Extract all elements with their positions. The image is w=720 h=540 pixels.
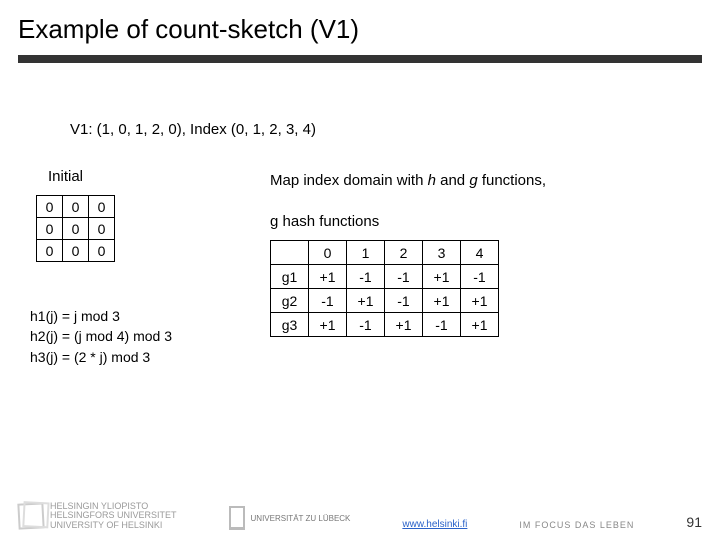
g-cell: +1 — [423, 289, 461, 313]
init-cell: 0 — [37, 240, 63, 262]
init-cell: 0 — [63, 196, 89, 218]
init-cell: 0 — [89, 196, 115, 218]
g-cell: +1 — [461, 289, 499, 313]
init-cell: 0 — [89, 240, 115, 262]
init-cell: 0 — [89, 218, 115, 240]
init-cell: 0 — [63, 240, 89, 262]
hash-definitions: h1(j) = j mod 3 h2(j) = (j mod 4) mod 3 … — [30, 306, 270, 367]
footer: HELSINGIN YLIOPISTO HELSINGFORS UNIVERSI… — [0, 502, 720, 530]
g-cell: -1 — [385, 265, 423, 289]
g-table-title: g hash functions — [270, 213, 690, 230]
g-cell: -1 — [423, 313, 461, 337]
g-row-header: g1 — [271, 265, 309, 289]
map-caption: Map index domain with h and g functions, — [270, 172, 690, 189]
init-cell: 0 — [37, 196, 63, 218]
helsinki-icon — [17, 502, 44, 529]
g-cell: -1 — [461, 265, 499, 289]
g-col-header: 4 — [461, 241, 499, 265]
g-cell: +1 — [347, 289, 385, 313]
g-cell: +1 — [309, 313, 347, 337]
title-rule — [18, 55, 702, 61]
g-row-header: g2 — [271, 289, 309, 313]
page-title: Example of count-sketch (V1) — [18, 14, 702, 45]
g-row-header: g3 — [271, 313, 309, 337]
g-cell: -1 — [347, 265, 385, 289]
hash-def-3: h3(j) = (2 * j) mod 3 — [30, 347, 270, 367]
initial-label: Initial — [48, 168, 270, 185]
page-number: 91 — [686, 514, 702, 530]
hash-def-2: h2(j) = (j mod 4) mod 3 — [30, 326, 270, 346]
g-cell: +1 — [461, 313, 499, 337]
g-cell: +1 — [309, 265, 347, 289]
g-col-header: 0 — [309, 241, 347, 265]
initial-table: 0 0 0 0 0 0 0 0 0 — [36, 195, 115, 262]
lubeck-icon — [229, 506, 245, 530]
g-cell: +1 — [385, 313, 423, 337]
hash-def-1: h1(j) = j mod 3 — [30, 306, 270, 326]
g-cell: -1 — [347, 313, 385, 337]
g-col-header: 2 — [385, 241, 423, 265]
lubeck-logo: UNIVERSITÄT ZU LÜBECK — [229, 506, 351, 530]
init-cell: 0 — [63, 218, 89, 240]
g-corner — [271, 241, 309, 265]
helsinki-logo: HELSINGIN YLIOPISTO HELSINGFORS UNIVERSI… — [18, 502, 177, 530]
init-cell: 0 — [37, 218, 63, 240]
g-cell: -1 — [309, 289, 347, 313]
g-cell: -1 — [385, 289, 423, 313]
tagline: IM FOCUS DAS LEBEN — [519, 520, 634, 530]
v1-definition: V1: (1, 0, 1, 2, 0), Index (0, 1, 2, 3, … — [70, 121, 690, 138]
g-col-header: 3 — [423, 241, 461, 265]
helsinki-link[interactable]: www.helsinki.fi — [402, 519, 467, 530]
g-col-header: 1 — [347, 241, 385, 265]
g-cell: +1 — [423, 265, 461, 289]
g-table: 0 1 2 3 4 g1 +1 -1 -1 +1 -1 g2 -1 — [270, 240, 499, 337]
